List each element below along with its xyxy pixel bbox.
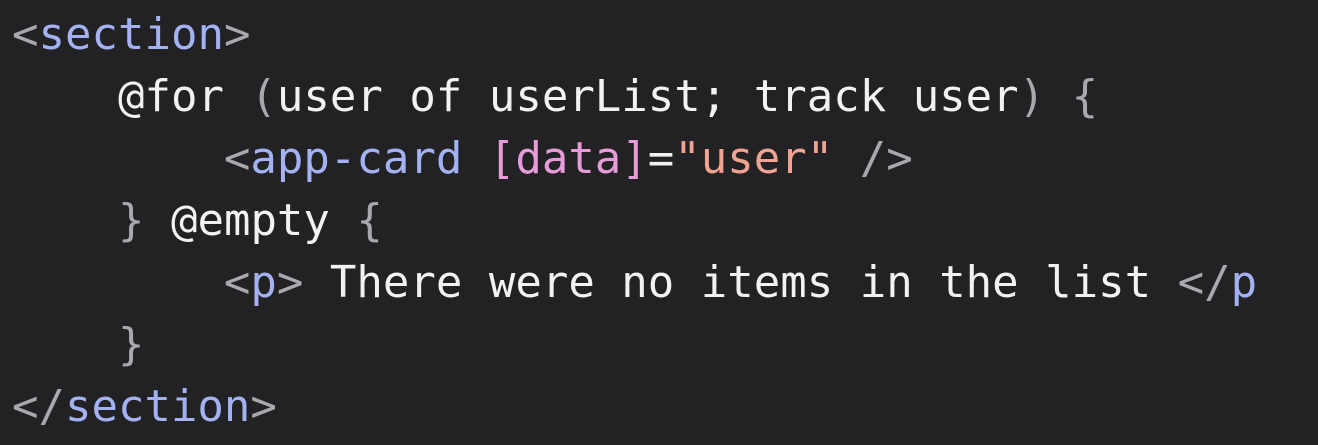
paragraph-text: There were no items in the list [303,257,1178,308]
code-editor: <section> @for (user of userList; track … [0,0,1318,445]
p-close-tag: p [1230,257,1258,308]
paren-open: ( [223,71,277,122]
data-binding-attribute: [data] [488,133,648,184]
angle-open: < [223,133,251,184]
app-card-tag: app-card [250,133,463,184]
closing-angle-open: </ [1177,257,1231,308]
brace-open: { [329,195,383,246]
section-tag: section [38,9,224,60]
for-expression: user of userList; track user [276,71,1019,122]
p-tag: p [250,257,277,308]
for-keyword: @for [117,71,224,122]
code-line-4: } @empty { [12,190,383,252]
brace-close: } [117,319,145,370]
section-close-tag: section [64,381,251,432]
code-line-2: @for (user of userList; track user) { [12,66,1098,128]
code-line-6: } [12,314,145,376]
empty-keyword: @empty [170,195,330,246]
angle-close: > [250,381,277,432]
code-line-3: <app-card [data]="user" /> [12,128,913,190]
brace-close: } [117,195,145,246]
angle-close: > [276,257,304,308]
code-line-7: </section> [12,376,277,438]
brace-open: { [1045,71,1099,122]
paren-close: ) [1018,71,1046,122]
closing-angle-open: </ [12,381,65,432]
attribute-value-string: "user" [674,133,834,184]
angle-close: > [223,9,251,60]
self-closing-slash: /> [833,133,913,184]
equals-sign: = [647,133,675,184]
angle-open: < [223,257,251,308]
angle-open: < [12,9,39,60]
code-line-5: <p> There were no items in the list </p [12,252,1257,314]
code-line-1: <section> [12,4,250,66]
